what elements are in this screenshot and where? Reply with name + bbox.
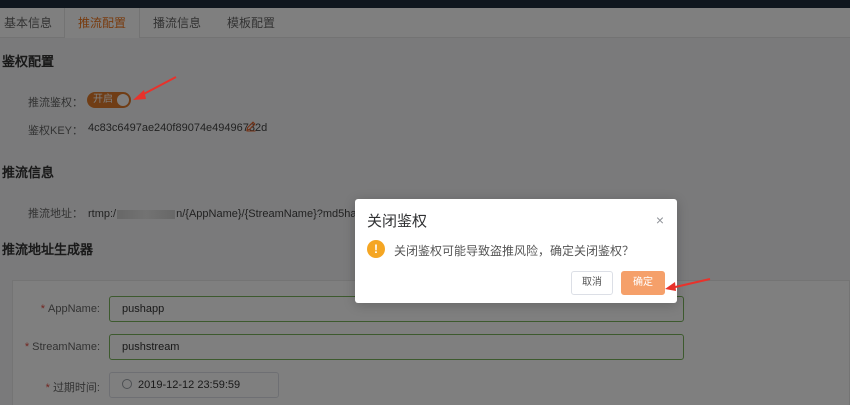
confirm-dialog: 关闭鉴权 × ! 关闭鉴权可能导致盗推风险，确定关闭鉴权？ 取消 确定 (355, 199, 677, 303)
dialog-message: 关闭鉴权可能导致盗推风险，确定关闭鉴权？ (394, 244, 635, 258)
cancel-button[interactable]: 取消 (571, 271, 613, 295)
warning-icon: ! (367, 240, 385, 258)
dialog-title: 关闭鉴权 (367, 213, 428, 230)
confirm-button[interactable]: 确定 (621, 271, 665, 295)
close-icon[interactable]: × (656, 213, 664, 227)
